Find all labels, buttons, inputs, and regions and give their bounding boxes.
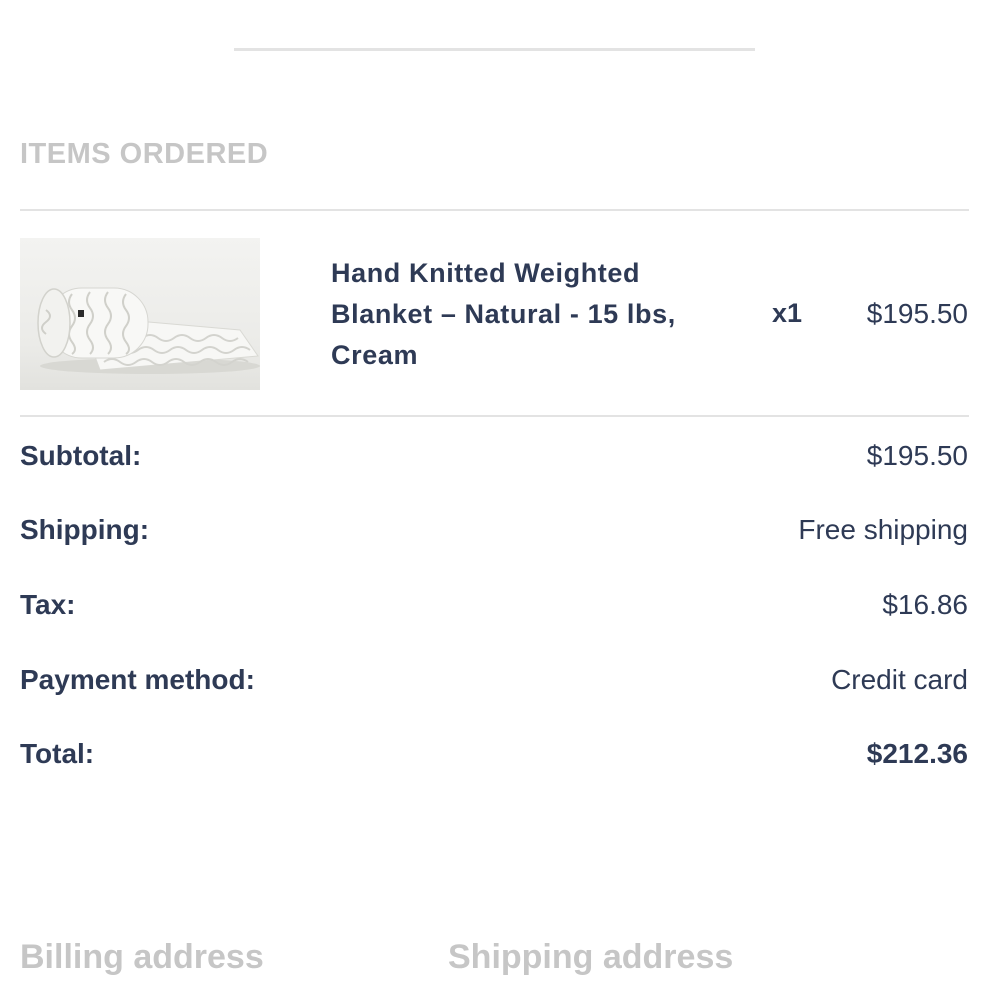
items-bottom-divider — [20, 415, 969, 417]
tax-row: Tax: $16.86 — [20, 589, 968, 625]
shipping-value: Free shipping — [798, 514, 968, 545]
total-row: Total: $212.36 — [20, 738, 968, 774]
billing-address-heading: Billing address — [20, 938, 264, 976]
items-top-divider — [20, 209, 969, 211]
payment-method-row: Payment method: Credit card — [20, 664, 968, 700]
product-quantity: x1 — [772, 298, 803, 328]
total-label: Total: — [20, 738, 95, 769]
product-thumbnail[interactable] — [20, 238, 260, 390]
total-value: $212.36 — [866, 738, 968, 769]
shipping-label: Shipping: — [20, 514, 150, 545]
product-name[interactable]: Hand Knitted Weighted Blanket – Natural … — [331, 253, 711, 376]
shipping-row: Shipping: Free shipping — [20, 514, 968, 550]
product-price: $195.50 — [866, 298, 968, 329]
tax-value: $16.86 — [882, 589, 968, 620]
subtotal-value: $195.50 — [866, 440, 968, 471]
subtotal-label: Subtotal: — [20, 440, 142, 471]
payment-method-value: Credit card — [831, 664, 968, 695]
subtotal-row: Subtotal: $195.50 — [20, 440, 968, 476]
top-divider — [234, 48, 755, 51]
items-ordered-heading: ITEMS ORDERED — [20, 138, 269, 170]
payment-method-label: Payment method: — [20, 664, 255, 695]
shipping-address-heading: Shipping address — [448, 938, 734, 976]
rolled-blanket-image — [37, 287, 260, 374]
tax-label: Tax: — [20, 589, 76, 620]
